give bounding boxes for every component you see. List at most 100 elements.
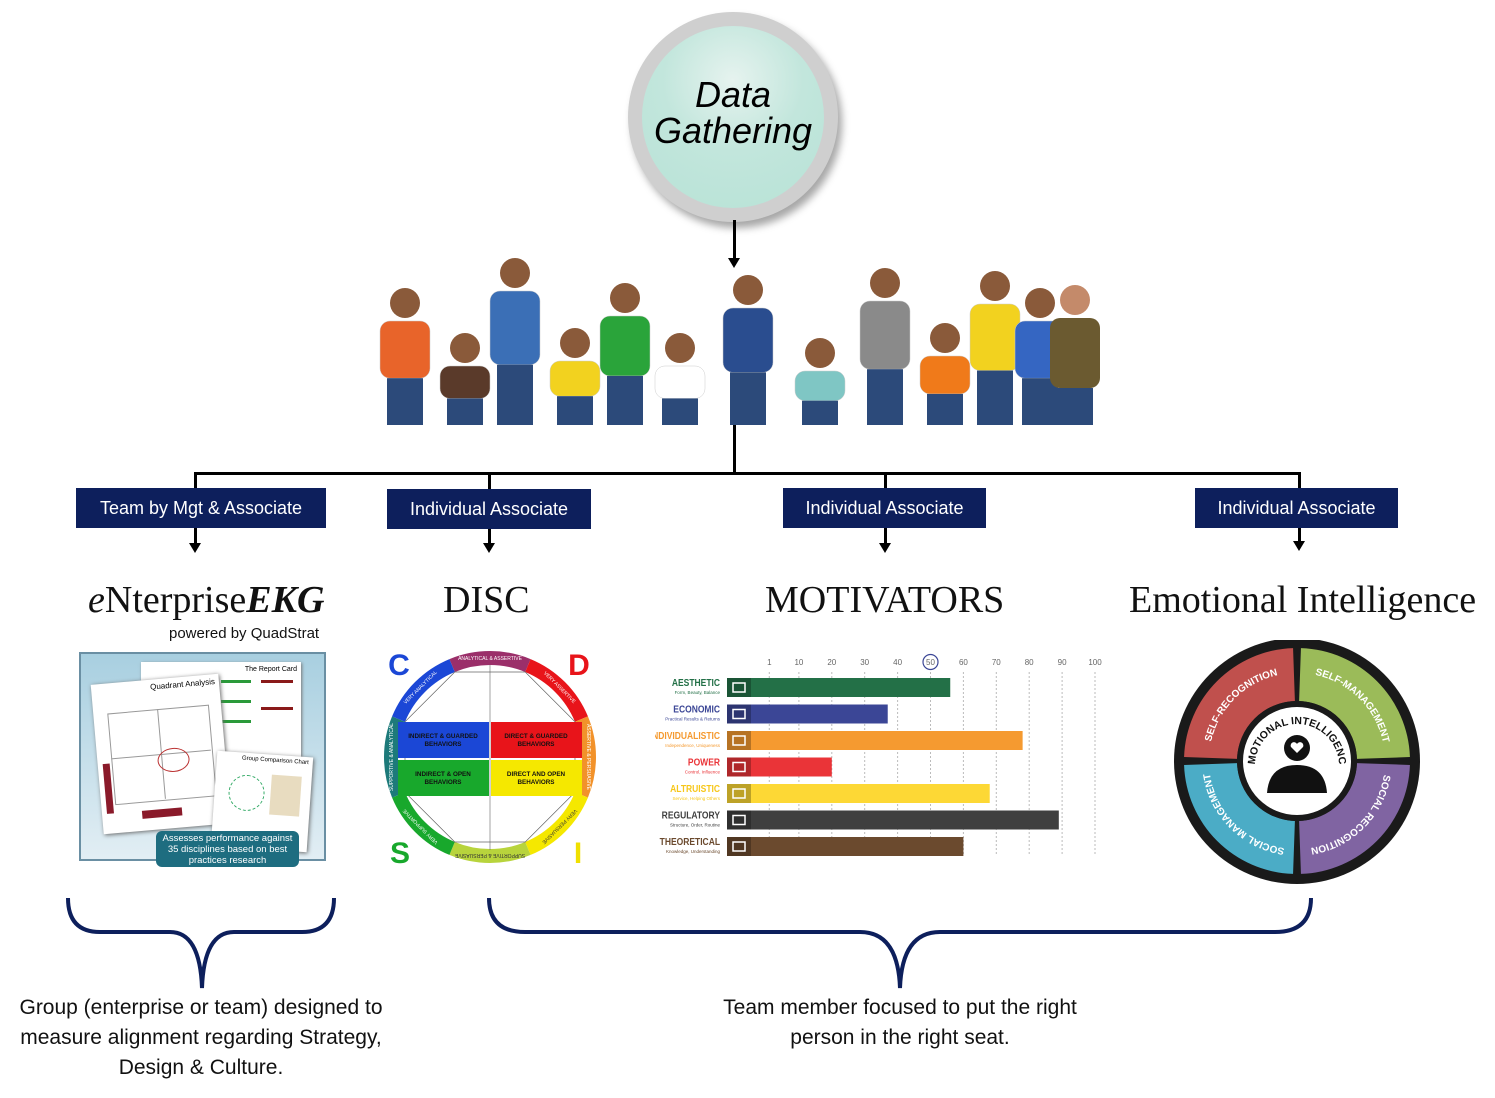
person-legs <box>977 370 1013 425</box>
person-torso <box>859 300 911 370</box>
tick-label: 60 <box>959 658 968 667</box>
person-head <box>930 323 960 353</box>
person-head <box>610 283 640 313</box>
shield-icon <box>727 810 751 830</box>
data-gathering-hub: Data Gathering <box>628 12 838 222</box>
person-legs <box>387 378 423 425</box>
tick-label: 100 <box>1088 658 1102 667</box>
connector-line <box>194 528 197 544</box>
label-line: DIRECT & GUARDED <box>504 733 568 740</box>
person-figure <box>654 333 706 425</box>
diagram-canvas: Data Gathering Team by Mgt & Associate I… <box>0 0 1495 1098</box>
person-figure <box>969 271 1021 425</box>
person-torso <box>379 320 431 379</box>
brain-head-icon <box>727 837 751 856</box>
arrow-head <box>483 543 495 553</box>
person-legs <box>557 396 593 425</box>
motivator-sublabel: Form, Beauty, Balance <box>675 690 721 695</box>
motivator-sublabel: Service, Helping Others <box>672 796 720 801</box>
motivator-bar <box>727 678 951 697</box>
motivator-label: ALTRUISTIC <box>670 783 720 794</box>
disc-wheel: ANALYTICAL & ASSERTIVEVERY ASSERTIVEASSE… <box>384 649 596 870</box>
connector-line <box>733 425 736 475</box>
person-figure <box>859 268 911 425</box>
person-figure <box>599 283 651 425</box>
ei-wheel: SELF-RECOGNITION SELF-MANAGEMENTSOCIAL RE… <box>1170 640 1420 884</box>
branch-label-ei: Individual Associate <box>1195 488 1398 528</box>
motivator-sublabel: Control, Influence <box>685 770 721 775</box>
person-head <box>450 333 480 363</box>
person-torso <box>489 290 541 365</box>
tick-label: 20 <box>827 658 836 667</box>
motivator-label: REGULATORY <box>662 810 721 821</box>
person-legs <box>927 393 963 425</box>
person-cheer-icon <box>727 731 751 750</box>
motivator-bar <box>727 731 1023 750</box>
person-torso <box>439 365 491 399</box>
connector-line <box>1298 528 1301 542</box>
person-figure <box>379 288 431 425</box>
motivator-bar <box>727 837 964 856</box>
person-torso <box>919 355 971 395</box>
branch-label-team: Team by Mgt & Associate <box>76 488 326 528</box>
person-figure <box>549 328 601 425</box>
connector-line <box>884 528 887 544</box>
label-line: INDIRECT & GUARDED <box>408 733 478 740</box>
person-head <box>560 328 590 358</box>
label-line: BEHAVIORS <box>425 779 462 786</box>
left-brace <box>66 897 336 989</box>
person-legs <box>802 400 838 425</box>
person-figure <box>1050 285 1100 425</box>
motivator-label: ECONOMIC <box>673 704 720 715</box>
disc-ring-label: ASSERTIVE & PERSUASIVE <box>585 724 591 791</box>
motivator-bar <box>727 704 888 724</box>
report-card-title: The Report Card <box>244 666 297 673</box>
tick-label: 50 <box>926 658 935 667</box>
motivator-sublabel: Knowledge, Understanding <box>666 849 721 854</box>
left-caption: Group (enterprise or team) designed to m… <box>19 996 383 1079</box>
person-legs <box>497 364 533 425</box>
motivator-sublabel: Practical Results & Returns <box>665 717 721 722</box>
disc-letter: D <box>568 649 590 682</box>
motivator-label: INDIVIDUALISTIC <box>655 730 720 741</box>
person-head <box>665 333 695 363</box>
person-legs <box>730 372 766 425</box>
connector-line <box>488 472 491 490</box>
puzzle-icon <box>727 678 751 697</box>
enterprise-ekg-title: eNterpriseEKG <box>88 578 324 622</box>
disc-quadrant <box>491 760 582 796</box>
person-legs <box>1022 378 1058 425</box>
tick-label: 80 <box>1025 658 1034 667</box>
person-head <box>500 258 530 288</box>
person-figure <box>439 333 491 425</box>
person-torso <box>794 370 846 401</box>
person-head <box>870 268 900 298</box>
disc-letter: S <box>390 837 410 870</box>
person-head <box>1025 288 1055 318</box>
arrow-head <box>1293 541 1305 551</box>
person-legs <box>662 398 698 425</box>
motivators-title: MOTIVATORS <box>765 579 1005 621</box>
label-line: BEHAVIORS <box>518 779 555 786</box>
person-head <box>1060 285 1090 315</box>
disc-ring-label: ANALYTICAL & ASSERTIVE <box>458 656 522 662</box>
tick-label: 40 <box>893 658 902 667</box>
podium-icon <box>727 757 751 777</box>
tick-label: 1 <box>767 658 772 667</box>
tick-label: 90 <box>1058 658 1067 667</box>
motivator-label: POWER <box>688 757 720 768</box>
disc-ring-label: SUPPORTIVE & ANALYTICAL <box>389 723 395 791</box>
person-figure <box>919 323 971 425</box>
disc-quadrant <box>398 760 489 796</box>
branch-label-disc: Individual Associate <box>387 489 591 529</box>
arrow-head <box>189 543 201 553</box>
branch-label-motivators: Individual Associate <box>783 488 986 528</box>
person-legs <box>867 369 903 425</box>
right-caption: Team member focused to put the right per… <box>723 996 1077 1049</box>
title-main: Nterprise <box>104 579 247 621</box>
label-line: BEHAVIORS <box>425 741 462 748</box>
title-bold: EKG <box>246 579 325 621</box>
arrow-head <box>879 543 891 553</box>
disc-quadrant <box>398 722 489 758</box>
motivator-label: THEORETICAL <box>660 836 721 847</box>
